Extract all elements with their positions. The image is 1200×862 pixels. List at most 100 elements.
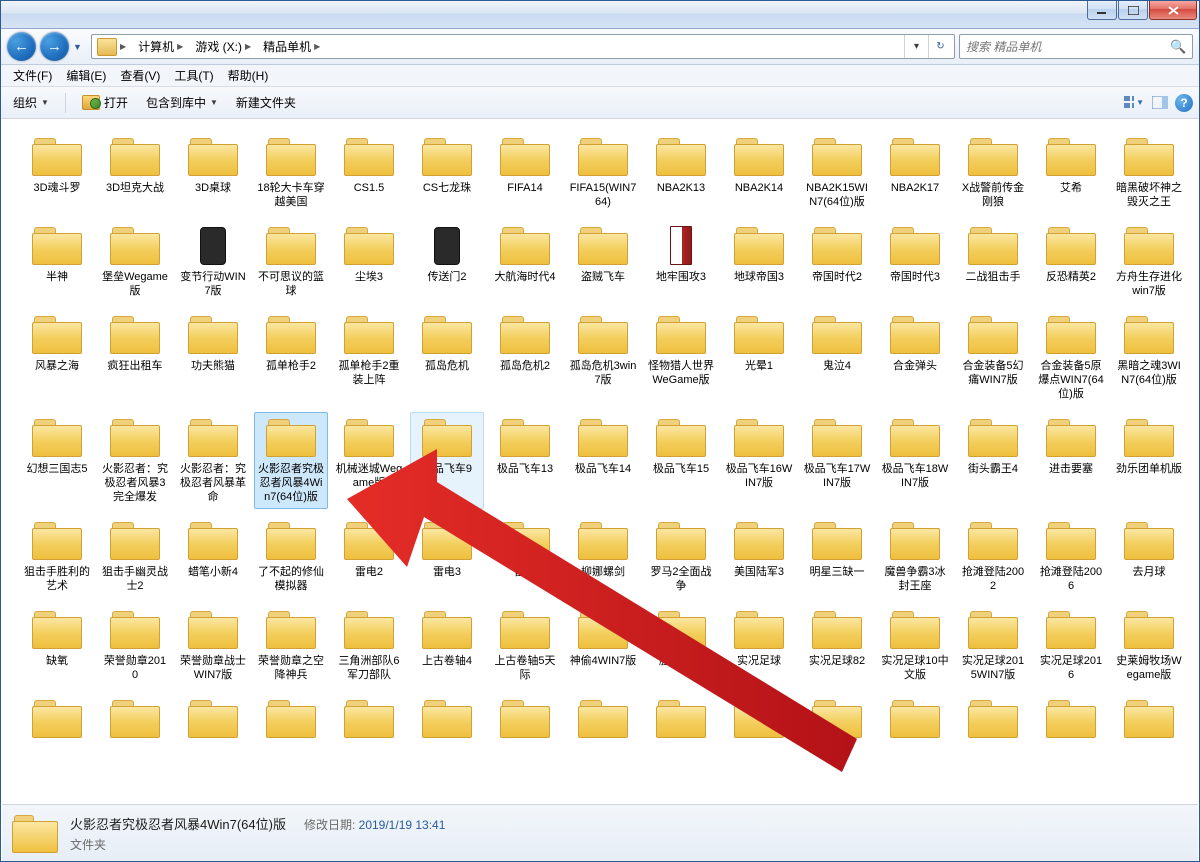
addr-dropdown[interactable]: ▾ xyxy=(904,35,928,58)
menu-file[interactable]: 文件(F) xyxy=(7,65,58,86)
folder-item[interactable]: 不可思议的篮球 xyxy=(254,220,328,303)
folder-item[interactable]: 反恐精英2 xyxy=(1034,220,1108,303)
folder-item[interactable] xyxy=(254,693,328,748)
folder-item[interactable]: NBA2K14 xyxy=(722,131,796,214)
folder-item[interactable]: 合金装备5原爆点WIN7(64位)版 xyxy=(1034,309,1108,406)
folder-item[interactable]: CS1.5 xyxy=(332,131,406,214)
folder-item[interactable]: 柳娜螺剑 xyxy=(566,515,640,598)
folder-item[interactable]: 缺氧 xyxy=(20,604,94,687)
folder-item[interactable]: 火影忍者究极忍者风暴4Win7(64位)版 xyxy=(254,412,328,509)
folder-item[interactable]: 实况足球2016 xyxy=(1034,604,1108,687)
folder-item[interactable]: 极品飞车9 xyxy=(410,412,484,509)
folder-item[interactable]: 蜡笔小新4 xyxy=(176,515,250,598)
folder-item[interactable]: 魔兽争霸3冰封王座 xyxy=(878,515,952,598)
folder-item[interactable]: 地球帝国3 xyxy=(722,220,796,303)
menu-view[interactable]: 查看(V) xyxy=(114,65,166,86)
folder-item[interactable]: CS七龙珠 xyxy=(410,131,484,214)
breadcrumb[interactable]: 精品单机▶ xyxy=(257,37,326,56)
search-box[interactable]: 🔍 xyxy=(959,34,1193,59)
folder-item[interactable] xyxy=(1112,693,1186,748)
folder-item[interactable]: 实况足球10中文版 xyxy=(878,604,952,687)
folder-item[interactable]: 罗马2全面战争 xyxy=(644,515,718,598)
folder-item[interactable]: 街头霸王4 xyxy=(956,412,1030,509)
folder-item[interactable]: 帝国时代3 xyxy=(878,220,952,303)
breadcrumb[interactable]: 计算机▶ xyxy=(132,37,189,56)
folder-item[interactable]: 进击要塞 xyxy=(1034,412,1108,509)
folder-item[interactable]: 光晕1 xyxy=(722,309,796,406)
folder-item[interactable]: 风暴之海 xyxy=(20,309,94,406)
folder-item[interactable]: 二战狙击手 xyxy=(956,220,1030,303)
folder-item[interactable]: 雷电2 xyxy=(332,515,406,598)
folder-item[interactable]: 抢滩登陆2002 xyxy=(956,515,1030,598)
folder-item[interactable]: 上古卷轴4 xyxy=(410,604,484,687)
folder-item[interactable]: 半神 xyxy=(20,220,94,303)
folder-item[interactable]: 火影忍者：究极忍者风暴3完全爆发 xyxy=(98,412,172,509)
folder-item[interactable]: 变节行动WIN7版 xyxy=(176,220,250,303)
menu-edit[interactable]: 编辑(E) xyxy=(60,65,112,86)
folder-item[interactable] xyxy=(98,693,172,748)
folder-item[interactable] xyxy=(722,693,796,748)
folder-item[interactable]: NBA2K17 xyxy=(878,131,952,214)
folder-item[interactable] xyxy=(1034,693,1108,748)
folder-item[interactable]: 极品飞车18WIN7版 xyxy=(878,412,952,509)
folder-item[interactable]: 暗黑破坏神之毁灭之王 xyxy=(1112,131,1186,214)
folder-item[interactable]: 3D魂斗罗 xyxy=(20,131,94,214)
folder-item[interactable]: 狙击手胜利的艺术 xyxy=(20,515,94,598)
folder-item[interactable] xyxy=(332,693,406,748)
folder-item[interactable]: 盗贼飞车 xyxy=(566,220,640,303)
folder-item[interactable]: 实况足球2015WIN7版 xyxy=(956,604,1030,687)
search-input[interactable] xyxy=(966,40,1170,54)
folder-item[interactable]: 孤岛危机3win7版 xyxy=(566,309,640,406)
folder-item[interactable] xyxy=(566,693,640,748)
folder-item[interactable] xyxy=(176,693,250,748)
folder-item[interactable]: 孤岛危机2 xyxy=(488,309,562,406)
close-button[interactable] xyxy=(1149,1,1197,20)
folder-item[interactable]: 狙击手幽灵战士2 xyxy=(98,515,172,598)
folder-item[interactable]: 雷电 xyxy=(488,515,562,598)
address-bar[interactable]: ▶ 计算机▶ 游戏 (X:)▶ 精品单机▶ ▾ ↻ xyxy=(91,34,955,59)
folder-item[interactable]: 胜利之日 xyxy=(644,604,718,687)
folder-item[interactable]: NBA2K13 xyxy=(644,131,718,214)
folder-item[interactable]: 方舟生存进化win7版 xyxy=(1112,220,1186,303)
folder-item[interactable]: 去月球 xyxy=(1112,515,1186,598)
back-button[interactable]: ← xyxy=(7,32,36,61)
include-library-button[interactable]: 包含到库中▼ xyxy=(140,91,224,114)
folder-item[interactable]: 堡垒Wegame版 xyxy=(98,220,172,303)
view-mode-button[interactable]: ▼ xyxy=(1123,92,1145,114)
help-button[interactable]: ? xyxy=(1175,94,1193,112)
minimize-button[interactable] xyxy=(1087,1,1117,20)
folder-item[interactable]: 帝国时代2 xyxy=(800,220,874,303)
folder-item[interactable]: NBA2K15WIN7(64位)版 xyxy=(800,131,874,214)
folder-item[interactable]: 极品飞车14 xyxy=(566,412,640,509)
folder-item[interactable]: 实况足球 xyxy=(722,604,796,687)
folder-item[interactable]: 极品飞车15 xyxy=(644,412,718,509)
menu-help[interactable]: 帮助(H) xyxy=(222,65,275,86)
folder-item[interactable] xyxy=(644,693,718,748)
folder-item[interactable]: 了不起的修仙模拟器 xyxy=(254,515,328,598)
folder-item[interactable]: 机械迷城Wegame版 xyxy=(332,412,406,509)
folder-item[interactable]: 艾希 xyxy=(1034,131,1108,214)
folder-item[interactable]: 孤单枪手2重装上阵 xyxy=(332,309,406,406)
folder-item[interactable]: 幻想三国志5 xyxy=(20,412,94,509)
folder-item[interactable]: 合金装备5幻痛WIN7版 xyxy=(956,309,1030,406)
folder-item[interactable]: 雷电3 xyxy=(410,515,484,598)
folder-item[interactable] xyxy=(878,693,952,748)
folder-item[interactable]: 3D桌球 xyxy=(176,131,250,214)
folder-item[interactable]: 地牢围攻3 xyxy=(644,220,718,303)
folder-item[interactable] xyxy=(800,693,874,748)
folder-item[interactable]: X战警前传金刚狼 xyxy=(956,131,1030,214)
folder-item[interactable]: 三角洲部队6军刀部队 xyxy=(332,604,406,687)
folder-item[interactable]: 黑暗之魂3WIN7(64位)版 xyxy=(1112,309,1186,406)
folder-item[interactable]: 美国陆军3 xyxy=(722,515,796,598)
folder-item[interactable]: 极品飞车16WIN7版 xyxy=(722,412,796,509)
folder-item[interactable]: 史莱姆牧场Wegame版 xyxy=(1112,604,1186,687)
folder-item[interactable] xyxy=(20,693,94,748)
organize-button[interactable]: 组织▼ xyxy=(7,91,55,114)
folder-item[interactable]: FIFA14 xyxy=(488,131,562,214)
folder-item[interactable]: 传送门2 xyxy=(410,220,484,303)
folder-item[interactable]: 荣誉勋章战士WIN7版 xyxy=(176,604,250,687)
folder-item[interactable]: 大航海时代4 xyxy=(488,220,562,303)
file-list-area[interactable]: 3D魂斗罗3D坦克大战3D桌球18轮大卡车穿越美国CS1.5CS七龙珠FIFA1… xyxy=(2,121,1198,803)
breadcrumb[interactable]: 游戏 (X:)▶ xyxy=(189,37,257,56)
folder-item[interactable]: 上古卷轴5天际 xyxy=(488,604,562,687)
